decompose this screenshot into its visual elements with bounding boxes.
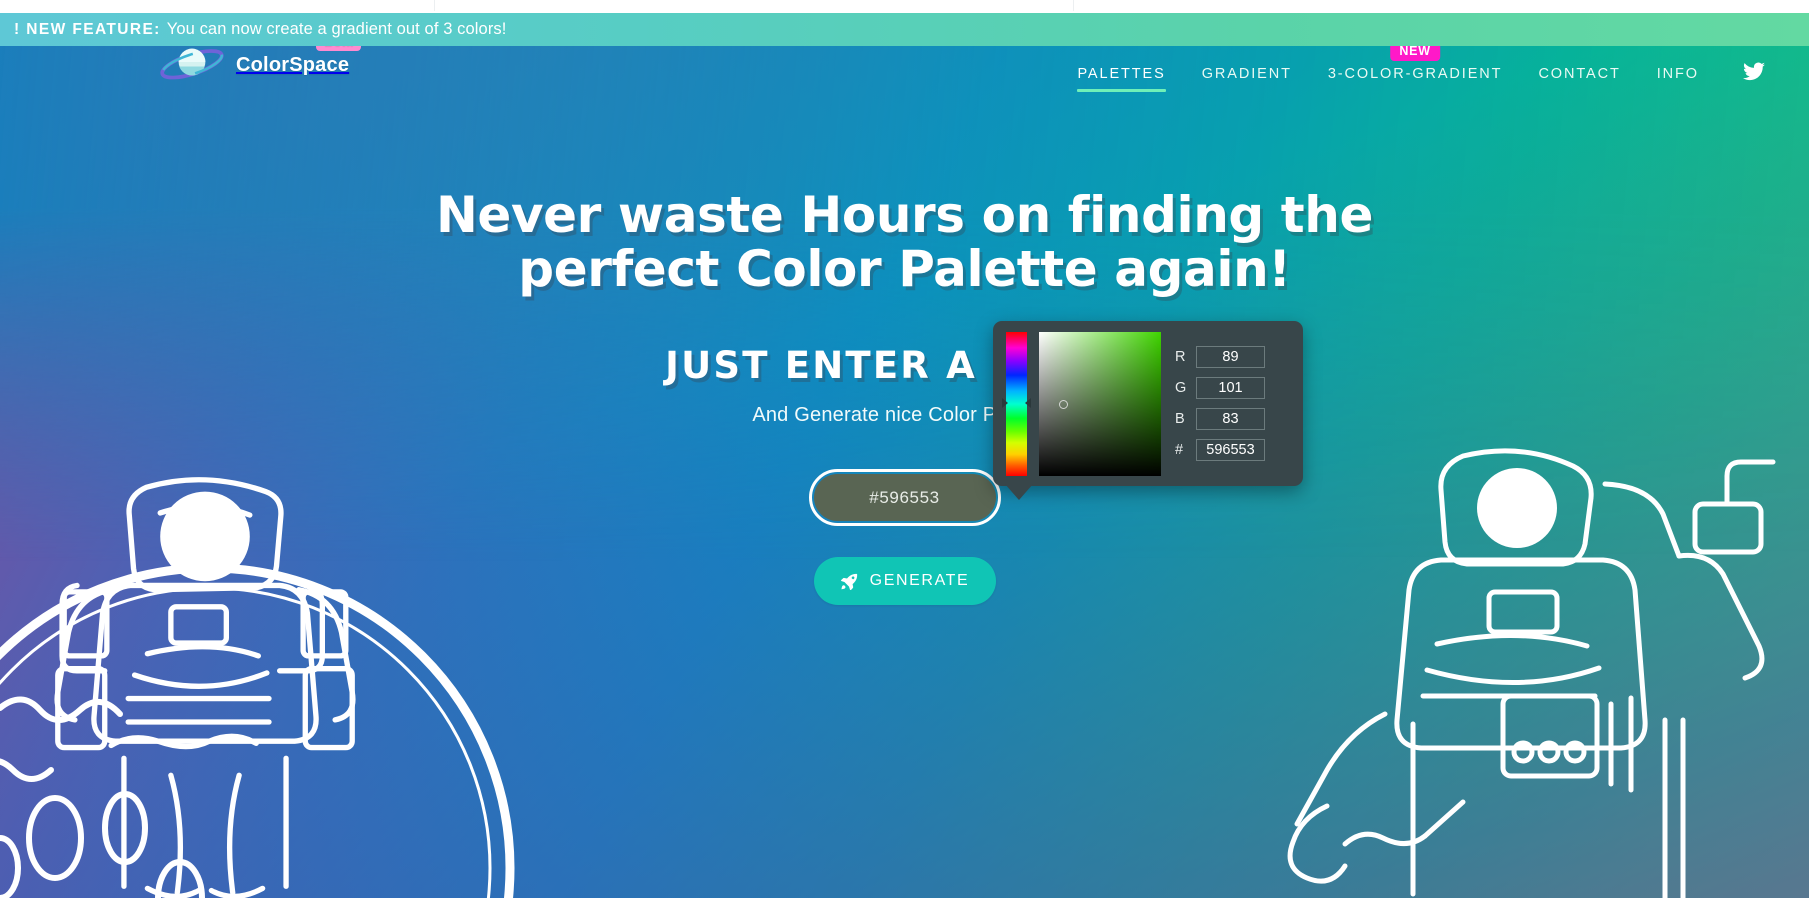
hero-subheading: JUST ENTER A COLOR [665,344,1144,387]
nav-item-info[interactable]: INFO [1639,58,1717,94]
announcement-text: You can now create a gradient out of 3 c… [166,20,507,38]
label-blue: B [1175,411,1185,427]
color-value-fields: R G B # [1175,346,1265,461]
rocket-icon [840,573,857,590]
generate-button[interactable]: GENERATE [813,557,996,605]
brand-name: ColorSpace Beta [236,32,362,77]
saturation-value-box[interactable] [1039,331,1161,476]
hero-copy: Never waste Hours on finding the perfect… [0,188,1809,427]
picker-arrow [1005,484,1033,500]
blue-input[interactable] [1196,408,1265,430]
nav-item-3-color-gradient[interactable]: NEW 3-COLOR-GRADIENT [1310,41,1521,94]
green-input[interactable] [1196,377,1265,399]
nav-label-info: INFO [1656,65,1699,82]
announcement-label: ! NEW FEATURE: [14,20,161,38]
nav-label-gradient: GRADIENT [1201,65,1292,82]
nav-label-3-color-gradient: 3-COLOR-GRADIENT [1327,65,1503,82]
nav-item-palettes[interactable]: PALETTES [1059,58,1183,94]
planet-icon [160,48,224,80]
brand-name-text: ColorSpace [236,53,350,76]
hero-section: Never waste Hours on finding the perfect… [0,13,1809,898]
nav-label-palettes: PALETTES [1077,65,1166,82]
hue-slider-handle[interactable] [1002,397,1031,409]
color-picker-popup[interactable]: R G B # [993,321,1303,500]
nav-item-contact[interactable]: CONTACT [1520,58,1638,94]
hero-subtext: And Generate nice Color Palettes [752,404,1057,426]
red-input[interactable] [1196,346,1265,368]
twitter-link[interactable] [1725,54,1783,97]
hue-slider[interactable] [1002,331,1031,476]
label-hex: # [1175,442,1184,458]
page-root: Never waste Hours on finding the perfect… [0,0,1809,898]
twitter-icon [1743,62,1765,81]
nav-item-gradient[interactable]: GRADIENT [1184,58,1310,94]
field-row-hex: # [1175,439,1265,461]
brand-logo-link[interactable]: ColorSpace Beta [158,32,362,88]
hue-handle-left-arrow-icon [1002,397,1008,408]
main-navigation: PALETTES GRADIENT NEW 3-COLOR-GRADIENT C… [1059,41,1787,97]
hex-color-input[interactable] [808,469,1001,526]
field-row-g: G [1175,377,1265,399]
field-row-b: B [1175,408,1265,430]
hue-handle-right-arrow-icon [1025,397,1031,408]
nav-label-contact: CONTACT [1538,65,1621,82]
color-entry-form: GENERATE [0,469,1809,605]
saturation-value-handle[interactable] [1059,399,1068,409]
site-header: ColorSpace Beta PALETTES GRADIENT NEW 3-… [0,32,1809,97]
generate-button-label: GENERATE [869,572,970,589]
page-title: Never waste Hours on finding the perfect… [435,186,1374,298]
label-red: R [1175,349,1186,365]
field-row-r: R [1175,346,1265,368]
announcement-banner: ! NEW FEATURE: You can now create a grad… [0,13,1809,46]
browser-top-strip-inner [434,0,1074,11]
hex-input-picker[interactable] [1196,439,1265,461]
browser-top-strip [0,0,1809,13]
label-green: G [1175,380,1187,396]
